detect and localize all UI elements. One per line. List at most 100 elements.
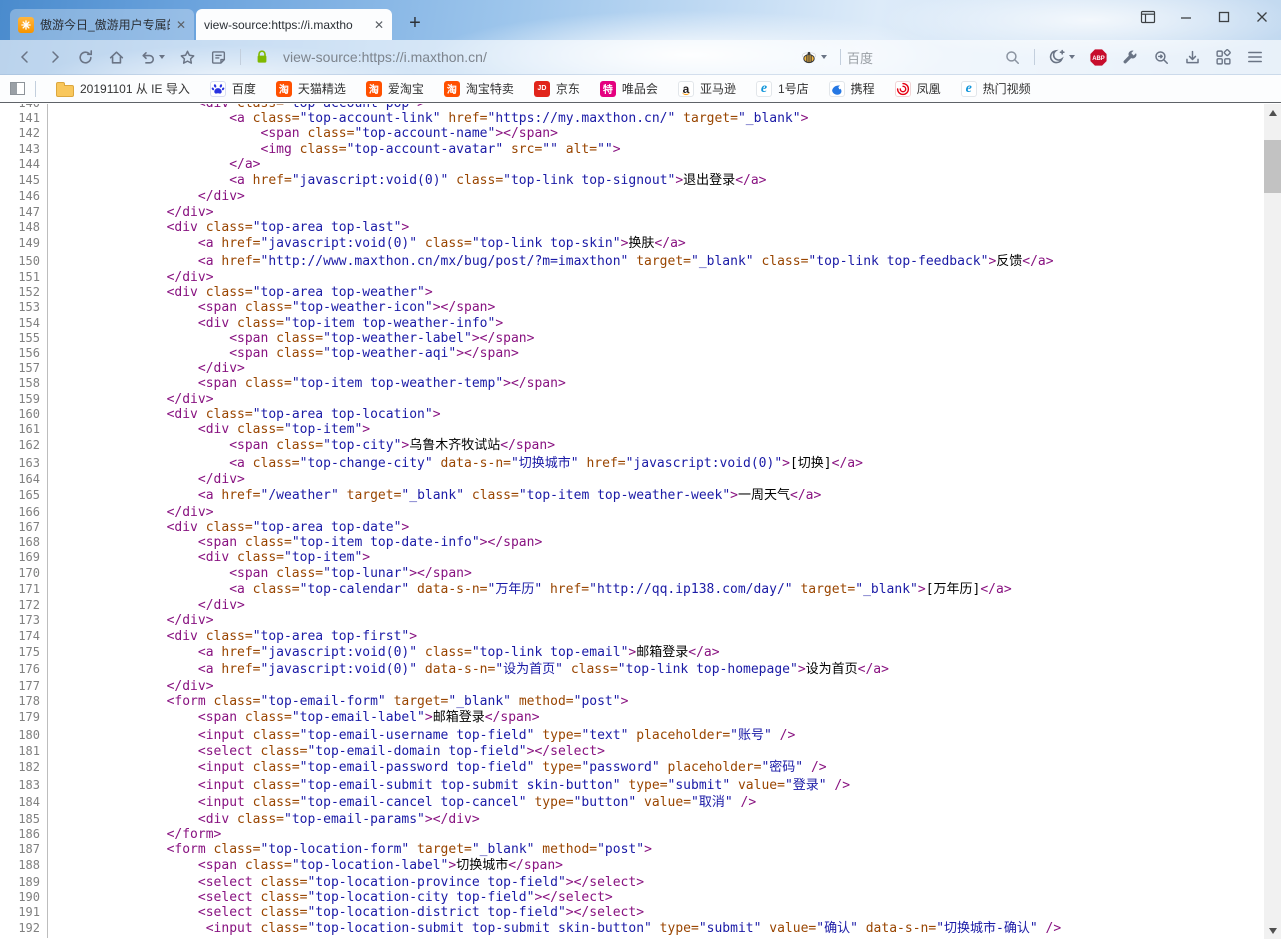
- bookmark-item[interactable]: 20191101 从 IE 导入: [56, 80, 190, 97]
- undo-icon[interactable]: [132, 43, 172, 71]
- bookmark-item[interactable]: 凤凰: [895, 80, 941, 97]
- tab-bar: 傲游今日_傲游用户专属的网 ✕ view-source:https://i.ma…: [0, 0, 1281, 40]
- line-number: 160: [0, 407, 48, 422]
- scrollbar-down-button[interactable]: [1264, 922, 1281, 939]
- source-line-code: <span class="top-location-label">切换城市</s…: [48, 857, 563, 875]
- line-number: 141: [0, 111, 48, 126]
- bookmark-item[interactable]: 淘天猫精选: [276, 80, 346, 97]
- source-line-code: </form>: [48, 827, 221, 842]
- source-line-code: </div>: [48, 361, 245, 376]
- source-line: 150 <a href="http://www.maxthon.cn/mx/bu…: [0, 253, 1281, 271]
- line-number: 167: [0, 520, 48, 535]
- line-number: 187: [0, 842, 48, 857]
- source-line: 186 </form>: [0, 827, 1281, 842]
- menu-hamburger-icon[interactable]: [1239, 43, 1271, 71]
- source-line-code: <div class="top-area top-first">: [48, 629, 417, 644]
- bee-icon[interactable]: [793, 43, 834, 71]
- line-number: 182: [0, 759, 48, 777]
- source-line-code: <div class="top-area top-date">: [48, 520, 409, 535]
- adblock-abp-icon[interactable]: ABP: [1082, 43, 1115, 71]
- back-icon[interactable]: [10, 43, 40, 71]
- bookmark-item[interactable]: 特唯品会: [600, 80, 658, 97]
- source-line-code: <select class="top-email-domain top-fiel…: [48, 744, 605, 759]
- bookmark-item[interactable]: JD京东: [534, 80, 580, 97]
- line-number: 174: [0, 629, 48, 644]
- chevron-down-icon: [159, 55, 165, 59]
- source-line-code: <form class="top-location-form" target="…: [48, 842, 652, 857]
- tab-view-source[interactable]: view-source:https://i.maxtho ✕: [196, 9, 392, 40]
- source-line: 187 <form class="top-location-form" targ…: [0, 842, 1281, 857]
- source-line: 160 <div class="top-area top-location">: [0, 407, 1281, 422]
- close-icon[interactable]: [1251, 6, 1273, 28]
- new-tab-button[interactable]: +: [402, 10, 428, 36]
- line-number: 144: [0, 157, 48, 172]
- bookmark-label: 亚马逊: [700, 80, 736, 97]
- source-line: 177 </div>: [0, 679, 1281, 694]
- search-input[interactable]: 百度: [847, 48, 997, 67]
- source-line-code: <input class="top-email-submit top-submi…: [48, 777, 850, 795]
- source-line-code: <span class="top-item top-date-info"></s…: [48, 535, 542, 550]
- source-code: 140 <div class="top-account-pop">141 <a …: [0, 104, 1281, 938]
- bookmark-item[interactable]: e热门视频: [961, 80, 1031, 97]
- bookmark-label: 携程: [851, 80, 875, 97]
- ui-layout-icon[interactable]: [1137, 6, 1159, 28]
- scrollbar-thumb[interactable]: [1264, 140, 1281, 193]
- minimize-icon[interactable]: [1175, 6, 1197, 28]
- address-bar-url[interactable]: view-source:https://i.maxthon.cn/: [283, 49, 487, 65]
- line-number: 170: [0, 566, 48, 581]
- forward-icon[interactable]: [40, 43, 70, 71]
- tab-close-icon[interactable]: ✕: [374, 19, 384, 31]
- home-icon[interactable]: [101, 43, 132, 71]
- source-line: 149 <a href="javascript:void(0)" class="…: [0, 235, 1281, 253]
- extensions-grid-icon[interactable]: [1208, 43, 1239, 71]
- bookmark-item[interactable]: 携程: [829, 80, 875, 97]
- source-line: 171 <a class="top-calendar" data-s-n="万年…: [0, 581, 1281, 599]
- source-line-code: <select class="top-location-district top…: [48, 905, 644, 920]
- sidebar-toggle-icon[interactable]: [10, 82, 25, 95]
- tab-close-icon[interactable]: ✕: [176, 19, 186, 31]
- ssl-lock-icon[interactable]: [247, 43, 277, 71]
- browser-chrome: 傲游今日_傲游用户专属的网 ✕ view-source:https://i.ma…: [0, 0, 1281, 75]
- line-number: 176: [0, 661, 48, 679]
- source-line-code: <a href="javascript:void(0)" data-s-n="设…: [48, 661, 889, 679]
- line-number: 143: [0, 142, 48, 157]
- bookmark-item[interactable]: 淘爱淘宝: [366, 80, 424, 97]
- bookmark-label: 热门视频: [983, 80, 1031, 97]
- svg-text:ABP: ABP: [1092, 56, 1105, 62]
- bookmark-item[interactable]: 百度: [210, 80, 256, 97]
- wrench-icon[interactable]: [1115, 43, 1146, 71]
- bookmark-item[interactable]: e1号店: [756, 80, 809, 97]
- download-icon[interactable]: [1177, 43, 1208, 71]
- source-line-code: <span class="top-weather-aqi"></span>: [48, 346, 519, 361]
- bookmark-item[interactable]: a亚马逊: [678, 80, 736, 97]
- source-line-code: <div class="top-item">: [48, 422, 370, 437]
- line-number: 186: [0, 827, 48, 842]
- favorite-star-icon[interactable]: [172, 43, 203, 71]
- search-icon[interactable]: [997, 43, 1028, 71]
- vertical-scrollbar[interactable]: [1264, 104, 1281, 939]
- source-line-code: <div class="top-area top-location">: [48, 407, 441, 422]
- source-line: 141 <a class="top-account-link" href="ht…: [0, 111, 1281, 126]
- line-number: 180: [0, 727, 48, 745]
- chevron-down-icon: [1069, 55, 1075, 59]
- scrollbar-up-button[interactable]: [1264, 104, 1281, 121]
- line-number: 157: [0, 361, 48, 376]
- reader-page-icon[interactable]: [203, 43, 234, 71]
- bookmark-item[interactable]: 淘淘宝特卖: [444, 80, 514, 97]
- source-line: 191 <select class="top-location-district…: [0, 905, 1281, 920]
- toolbar-separator: [840, 49, 841, 65]
- line-number: 190: [0, 890, 48, 905]
- maximize-icon[interactable]: [1213, 6, 1235, 28]
- source-line-code: <span class="top-weather-label"></span>: [48, 331, 534, 346]
- page-find-icon[interactable]: [1146, 43, 1177, 71]
- tab-maxthon-today[interactable]: 傲游今日_傲游用户专属的网 ✕: [10, 9, 194, 40]
- source-line: 170 <span class="top-lunar"></span>: [0, 566, 1281, 581]
- source-line: 154 <div class="top-item top-weather-inf…: [0, 316, 1281, 331]
- night-mode-moon-icon[interactable]: [1041, 43, 1082, 71]
- bookmark-label: 爱淘宝: [388, 80, 424, 97]
- source-line: 158 <span class="top-item top-weather-te…: [0, 376, 1281, 391]
- bookmark-label: 京东: [556, 80, 580, 97]
- refresh-icon[interactable]: [70, 43, 101, 71]
- ctrip-icon: [829, 81, 845, 97]
- source-line: 159 </div>: [0, 392, 1281, 407]
